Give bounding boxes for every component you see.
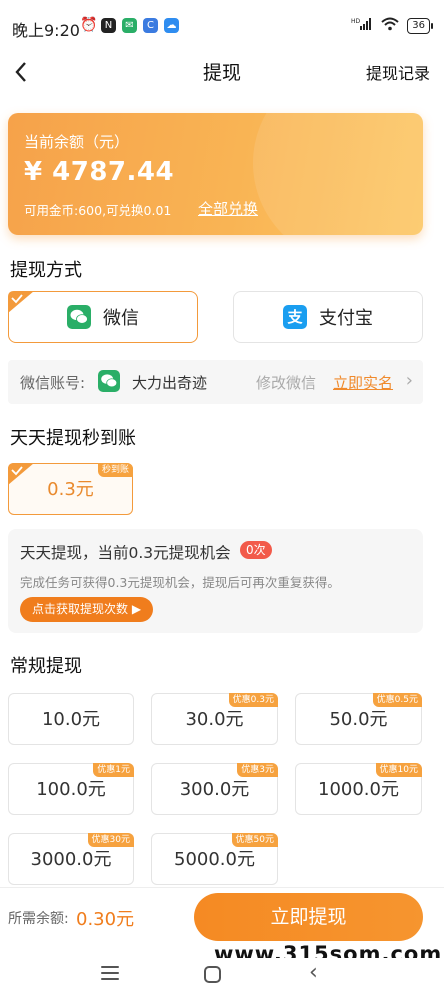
amount-label: 5000.0元 (174, 849, 255, 870)
account-label: 微信账号: (20, 374, 86, 392)
discount-badge: 优惠3元 (237, 763, 278, 777)
modify-wechat-link[interactable]: 修改微信 (256, 372, 316, 393)
daily-count-badge: 0次 (240, 541, 272, 559)
daily-info-desc: 完成任务可获得0.3元提现机会，提现后可再次重复获得。 (20, 575, 340, 590)
discount-badge: 优惠1元 (93, 763, 134, 777)
method-section-title: 提现方式 (10, 260, 82, 281)
alarm-icon: ⏰ (80, 17, 98, 33)
cloud-notify-icon: ☁ (164, 18, 179, 33)
amount-option[interactable]: 5000.0元 优惠50元 (151, 833, 278, 885)
withdraw-now-button[interactable]: 立即提现 (194, 893, 423, 941)
get-withdraw-chance-button[interactable]: 点击获取提现次数 ▶ (20, 597, 154, 622)
status-time: 晚上9:20 (12, 21, 80, 40)
amount-option[interactable]: 30.0元 优惠0.3元 (151, 693, 278, 745)
daily-section-title: 天天提现秒到账 (10, 428, 136, 449)
bottom-bar: 所需余额: 0.30元 立即提现 (0, 887, 444, 947)
daily-option-label: 0.3元 (47, 479, 94, 500)
balance-card: 当前余额（元） ¥ 4787.44 可用金币:600,可兑换0.01 全部兑换 (8, 113, 423, 235)
amount-label: 30.0元 (185, 709, 244, 730)
wechat-small-icon (98, 370, 120, 392)
amount-label: 300.0元 (179, 779, 250, 800)
amount-option[interactable]: 3000.0元 优惠30元 (8, 833, 134, 885)
wechat-icon (67, 305, 91, 329)
instant-badge: 秒到账 (97, 463, 133, 477)
amount-label: 50.0元 (329, 709, 388, 730)
status-right: HD 36 (351, 17, 433, 34)
method-wechat[interactable]: 微信 (8, 291, 198, 343)
status-notification-icons: ⏰ N ✉ C ☁ (80, 18, 179, 33)
discount-badge: 优惠10元 (375, 763, 422, 777)
exchange-all-link[interactable]: 全部兑换 (198, 198, 258, 219)
withdraw-record-link[interactable]: 提现记录 (366, 60, 430, 84)
required-balance-amount: 0.30元 (76, 909, 135, 930)
svg-text:HD: HD (351, 18, 361, 25)
account-name: 大力出奇迹 (132, 374, 208, 392)
regular-section-title: 常规提现 (10, 656, 82, 677)
system-back-icon[interactable]: ‹ (309, 960, 318, 985)
verify-identity-link[interactable]: 立即实名 (333, 372, 393, 393)
alipay-icon: 支 (283, 305, 307, 329)
status-bar: 晚上9:20 ⏰ N ✉ C ☁ HD 36 (0, 0, 444, 52)
required-balance-label: 所需余额: (8, 911, 69, 927)
amount-option[interactable]: 300.0元 优惠3元 (151, 763, 278, 815)
balance-amount: ¥ 4787.44 (24, 157, 175, 187)
discount-badge: 优惠50元 (231, 833, 278, 847)
amount-label: 1000.0元 (318, 779, 399, 800)
nfc-icon: N (101, 18, 116, 33)
wechat-notify-icon: ✉ (122, 18, 137, 33)
discount-badge: 优惠30元 (87, 833, 134, 847)
wifi-icon (381, 17, 399, 34)
chevron-right-icon[interactable]: › (406, 370, 413, 391)
discount-badge: 优惠0.3元 (228, 693, 278, 707)
home-icon[interactable] (204, 966, 221, 983)
daily-option[interactable]: 0.3元 秒到账 (8, 463, 133, 515)
method-label: 微信 (103, 308, 139, 329)
app-notify-icon: C (143, 18, 158, 33)
battery-icon: 36 (407, 17, 433, 34)
top-nav: 提现 提现记录 (0, 52, 444, 92)
amount-option[interactable]: 1000.0元 优惠10元 (295, 763, 422, 815)
selected-check-icon (8, 291, 34, 313)
method-alipay[interactable]: 支 支付宝 (233, 291, 423, 343)
daily-info-box: 天天提现，当前0.3元提现机会 0次 完成任务可获得0.3元提现机会，提现后可再… (8, 529, 423, 633)
balance-label: 当前余额（元） (24, 133, 130, 151)
amount-option[interactable]: 10.0元 (8, 693, 134, 745)
daily-info-title: 天天提现，当前0.3元提现机会 (20, 544, 231, 562)
system-nav-bar: ‹ (0, 958, 444, 990)
amount-option[interactable]: 50.0元 优惠0.5元 (295, 693, 422, 745)
card-decoration (253, 113, 423, 235)
amount-option[interactable]: 100.0元 优惠1元 (8, 763, 134, 815)
menu-icon[interactable] (101, 966, 119, 984)
amount-label: 3000.0元 (30, 849, 112, 870)
amount-label: 100.0元 (36, 779, 106, 800)
gold-info: 可用金币:600,可兑换0.01 (24, 203, 172, 218)
wechat-account-row: 微信账号: 大力出奇迹 修改微信 立即实名 › (8, 360, 423, 404)
signal-icon: HD (351, 17, 373, 34)
discount-badge: 优惠0.5元 (372, 693, 422, 707)
amount-label: 10.0元 (41, 709, 101, 730)
method-label: 支付宝 (319, 308, 373, 329)
selected-check-icon (8, 463, 34, 485)
